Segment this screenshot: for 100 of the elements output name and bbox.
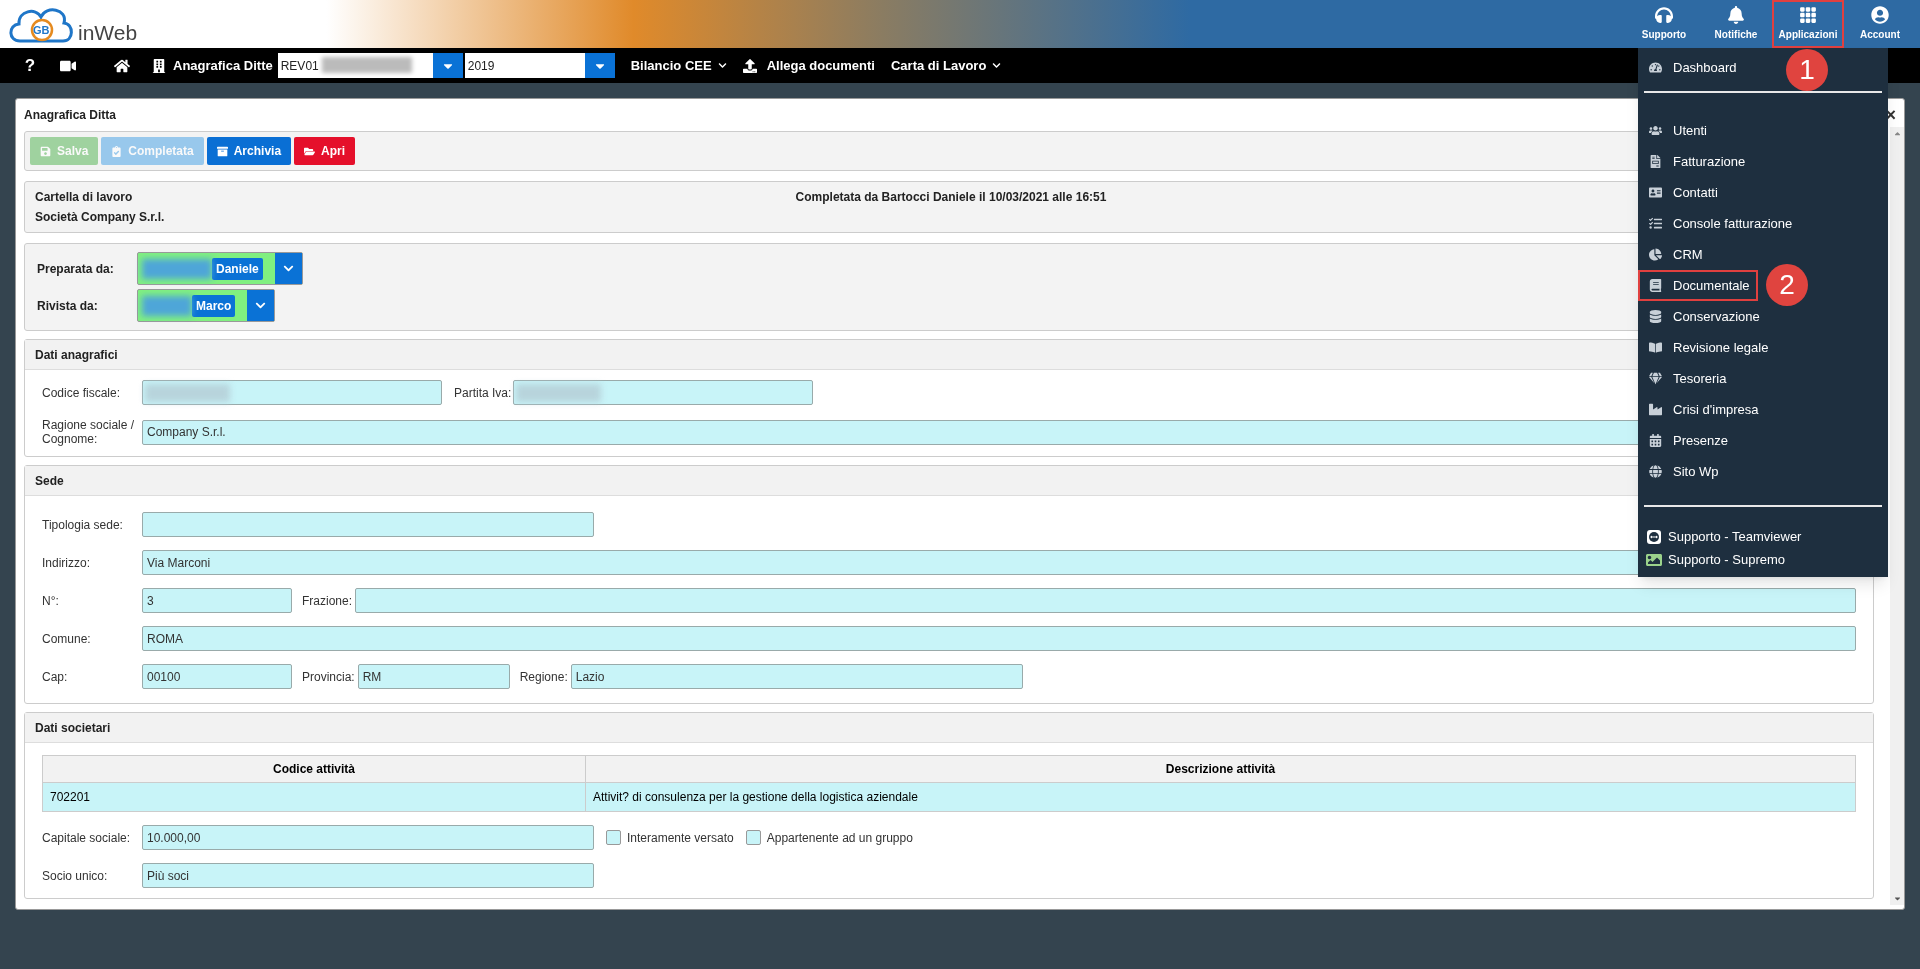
menu-item[interactable]: Fatturazione bbox=[1638, 146, 1754, 177]
help-link[interactable]: ? bbox=[0, 52, 60, 79]
header-action-button[interactable]: Supporto bbox=[1628, 0, 1700, 48]
logo-text: inWeb bbox=[78, 21, 138, 45]
text-field[interactable]: Lazio bbox=[570, 664, 1023, 689]
scroll-up-icon[interactable] bbox=[1892, 129, 1902, 138]
year-select[interactable]: 2019 bbox=[464, 53, 615, 78]
field-label: Codice fiscale: bbox=[42, 385, 122, 400]
image-icon bbox=[1646, 551, 1662, 568]
field-label: Indirizzo: bbox=[42, 555, 92, 570]
select-value: REV01 bbox=[279, 57, 320, 75]
archive-icon bbox=[216, 145, 228, 157]
menu-item[interactable]: Utenti bbox=[1638, 115, 1715, 146]
invoice-icon bbox=[1649, 155, 1663, 168]
menu-item[interactable]: Tesoreria bbox=[1638, 363, 1735, 394]
field-label: Rivista da: bbox=[37, 297, 99, 315]
menu-item[interactable]: Supporto - Teamviewer bbox=[1638, 525, 1888, 548]
text-field[interactable]: RM bbox=[357, 664, 510, 689]
menu-item[interactable]: Console fatturazione bbox=[1638, 208, 1801, 239]
pie-chart-icon bbox=[1649, 248, 1663, 261]
header-action-button[interactable]: Account bbox=[1844, 0, 1916, 48]
gem-icon bbox=[1649, 372, 1663, 385]
table-cell-text: Attivit? di consulenza per la gestione della logistica aziendale bbox=[592, 789, 919, 806]
text-field[interactable]: 00100 bbox=[142, 664, 292, 689]
field-label: N°: bbox=[42, 593, 60, 608]
text-field[interactable] bbox=[142, 512, 594, 537]
menu-item[interactable]: CRM bbox=[1638, 239, 1711, 270]
nav-menu-item[interactable]: Bilancio CEE bbox=[630, 55, 727, 76]
page-title: Anagrafica Ditte bbox=[173, 56, 273, 75]
text-field[interactable]: 10.000,00 bbox=[142, 825, 594, 850]
scroll-down-icon[interactable] bbox=[1892, 894, 1902, 903]
reviewer-select[interactable]: Daniele bbox=[137, 252, 303, 285]
home-icon[interactable] bbox=[114, 57, 130, 74]
upload-icon bbox=[742, 58, 757, 73]
menu-item[interactable]: Sito Wp bbox=[1638, 456, 1727, 487]
text-field[interactable]: 3 bbox=[142, 588, 292, 613]
reviewer-select[interactable]: Marco bbox=[137, 289, 276, 322]
nav-menu-item[interactable]: Carta di Lavoro bbox=[891, 55, 1002, 76]
field-label: Provincia: bbox=[302, 669, 355, 684]
save-icon bbox=[40, 145, 51, 157]
grid-icon bbox=[1799, 6, 1817, 24]
user-icon bbox=[1871, 6, 1889, 24]
toolbar-button[interactable]: Apri bbox=[294, 137, 356, 165]
column-header: Codice attività bbox=[43, 756, 586, 782]
section-title: Dati societari bbox=[35, 719, 111, 737]
field-label: Ragione sociale / Cognome: bbox=[42, 418, 136, 446]
nav-menu-item[interactable]: Allega documenti bbox=[742, 55, 875, 76]
column-header: Descrizione attività bbox=[1164, 761, 1277, 778]
header-action-button[interactable]: Notifiche bbox=[1700, 0, 1772, 48]
factory-icon bbox=[1649, 403, 1663, 416]
field-label: Socio unico: bbox=[42, 868, 109, 883]
text-field[interactable]: ROMA bbox=[142, 626, 1856, 651]
menu-item[interactable]: Conservazione bbox=[1638, 301, 1768, 332]
text-field[interactable]: Più soci bbox=[142, 863, 594, 888]
menu-item[interactable]: Dashboard bbox=[1638, 52, 1745, 83]
chevron-down-icon bbox=[992, 61, 1002, 70]
person-tag: Marco bbox=[192, 294, 236, 317]
chevron-down-icon bbox=[717, 61, 727, 70]
checkbox[interactable] bbox=[606, 830, 621, 845]
field-label: Partita Iva: bbox=[454, 385, 512, 400]
field-label: Regione: bbox=[519, 669, 568, 684]
table-cell: 702201 bbox=[43, 783, 586, 811]
gauge-icon bbox=[1649, 61, 1663, 74]
folder-icon bbox=[304, 145, 316, 157]
logo-mark: GB bbox=[33, 23, 50, 38]
open-book-icon bbox=[1649, 341, 1663, 354]
folder-title: Cartella di lavoro bbox=[35, 189, 134, 206]
redacted-blur bbox=[142, 258, 212, 279]
text-field[interactable] bbox=[142, 380, 442, 405]
headset-icon bbox=[1655, 6, 1673, 24]
text-field[interactable] bbox=[355, 588, 1856, 613]
person-tag: Daniele bbox=[212, 257, 263, 280]
menu-item[interactable]: Contatti bbox=[1638, 177, 1726, 208]
checkbox-label: Interamente versato bbox=[627, 829, 734, 847]
company-name: Società Company S.r.l. bbox=[35, 209, 166, 226]
bell-icon bbox=[1727, 6, 1745, 24]
toolbar-button[interactable]: Archivia bbox=[206, 137, 292, 165]
text-field[interactable] bbox=[513, 380, 814, 405]
scrollbar[interactable] bbox=[1890, 127, 1904, 905]
panel-title: Anagrafica Ditta bbox=[24, 107, 117, 124]
menu-item[interactable]: Revisione legale bbox=[1638, 332, 1777, 363]
calendar-icon bbox=[1649, 434, 1663, 447]
book-icon bbox=[1649, 279, 1663, 292]
section-title: Sede bbox=[35, 472, 64, 490]
teamviewer-icon bbox=[1646, 528, 1662, 545]
redacted-blur bbox=[142, 295, 192, 316]
contact-card-icon bbox=[1649, 186, 1663, 199]
checkbox[interactable] bbox=[745, 830, 761, 845]
field-label: Frazione: bbox=[302, 593, 353, 608]
chevron-down-icon bbox=[255, 300, 267, 311]
field-label: Capitale sociale: bbox=[42, 830, 132, 845]
menu-item[interactable]: Documentale bbox=[1638, 270, 1758, 301]
checkbox-label: Appartenente ad un gruppo bbox=[766, 829, 913, 847]
company-select[interactable]: REV01 bbox=[277, 53, 463, 78]
users-icon bbox=[1649, 124, 1663, 137]
select-value: 2019 bbox=[466, 57, 496, 75]
field-label: Tipologia sede: bbox=[42, 517, 124, 532]
field-label: Preparata da: bbox=[37, 260, 115, 278]
header-action-button[interactable]: Applicazioni bbox=[1772, 0, 1844, 48]
building-icon bbox=[152, 58, 166, 73]
